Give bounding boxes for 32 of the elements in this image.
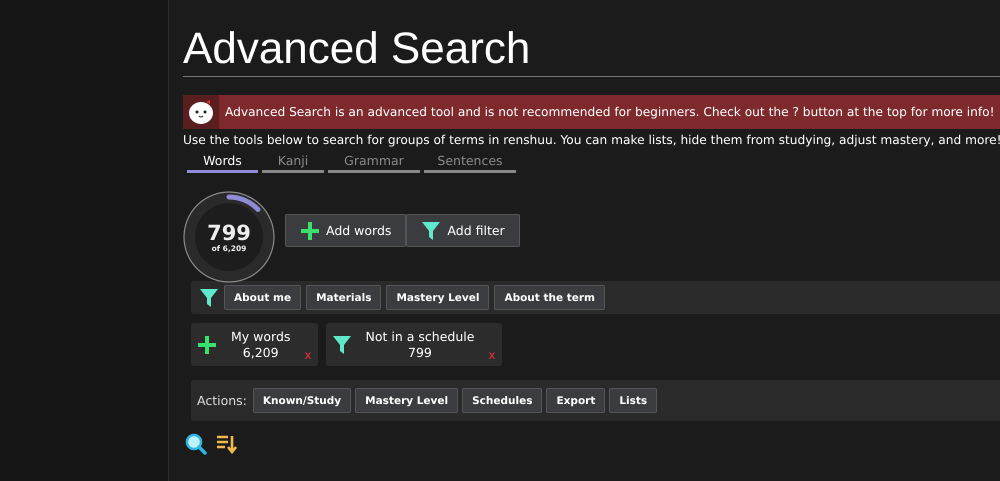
add-filter-button[interactable]: Add filter [406,214,520,247]
tab[interactable]: Grammar [328,151,420,173]
tab[interactable]: Kanji [262,151,324,173]
filter-count: 799 [408,344,432,360]
plus-icon [300,220,320,240]
actions-label: Actions: [197,393,247,408]
action-button[interactable]: Known/Study [252,388,352,413]
filter-category-button[interactable]: Mastery Level [386,285,490,310]
intro-text: Use the tools below to search for groups of terms in renshuu. You can make lists, hide them from studying, adjust mastery, and more! [183,133,1000,147]
filter-label: My words [231,328,290,344]
action-button[interactable]: Lists [609,388,658,413]
filter-category-button[interactable]: Materials [306,285,382,310]
sort-icon[interactable] [215,433,237,455]
filter-icon [421,220,442,240]
action-button[interactable]: Mastery Level [355,388,458,413]
filter-category-button[interactable]: About the term [494,285,605,310]
search-icon[interactable] [185,433,207,455]
plus-icon [197,334,217,354]
action-button[interactable]: Export [546,388,606,413]
count-number: 799 [207,222,251,244]
filter-label: Not in a schedule [366,328,474,344]
add-words-button[interactable]: Add words [285,214,406,247]
tab[interactable]: Sentences [424,151,516,173]
warning-text: Advanced Search is an advanced tool and is not recommended for beginners. Check out the ? button at the top for more info! [225,105,995,119]
filter-count: 6,209 [242,344,279,360]
action-button[interactable]: Schedules [462,388,542,413]
mascot-icon [183,95,219,129]
filter-icon [332,334,352,354]
filter-category-button[interactable]: About me [224,285,302,310]
filter-icon [199,288,219,308]
tab[interactable]: Words [187,151,258,173]
page-title: Advanced Search [183,22,1000,77]
